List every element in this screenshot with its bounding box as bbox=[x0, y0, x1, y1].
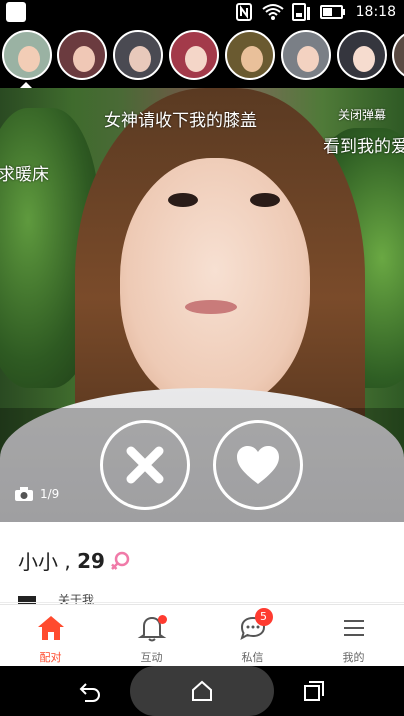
profile-info: 小小 , 29 关于我 bbox=[0, 522, 404, 604]
notification-dot bbox=[157, 615, 167, 624]
nav-tab-messages[interactable]: 5 私信 bbox=[202, 605, 303, 666]
avatar[interactable] bbox=[225, 30, 275, 80]
avatar[interactable] bbox=[113, 30, 163, 80]
avatar[interactable] bbox=[392, 30, 404, 80]
avatar[interactable] bbox=[169, 30, 219, 80]
recommended-avatars-strip[interactable] bbox=[0, 24, 404, 88]
photo-counter-text: 1/9 bbox=[40, 487, 60, 501]
nfc-icon bbox=[236, 3, 252, 21]
home-icon[interactable] bbox=[190, 679, 214, 703]
app-screen: 18:18 女神请收下我的膝盖 看到我的爱 求暖床 关闭弹幕 1/9 小小 , … bbox=[0, 0, 404, 716]
avatar[interactable] bbox=[281, 30, 331, 80]
danmaku-comment: 求暖床 bbox=[0, 165, 49, 185]
avatar[interactable] bbox=[337, 30, 387, 80]
nav-tab-label: 我的 bbox=[342, 651, 365, 664]
like-button[interactable] bbox=[213, 420, 303, 510]
recent-apps-icon[interactable] bbox=[302, 679, 326, 703]
divider bbox=[0, 602, 404, 603]
nav-tab-label: 私信 bbox=[241, 651, 264, 664]
name-age-row: 小小 , 29 bbox=[18, 546, 131, 575]
nav-tab-interact[interactable]: 互动 bbox=[101, 605, 202, 666]
name-age-separator: , bbox=[58, 548, 78, 573]
nav-tab-label: 配对 bbox=[39, 651, 62, 664]
status-bar: 18:18 bbox=[0, 0, 404, 24]
menu-lines-icon bbox=[343, 620, 364, 636]
danmaku-comment: 看到我的爱 bbox=[323, 137, 404, 157]
battery-icon bbox=[320, 3, 346, 21]
heart-icon bbox=[237, 446, 279, 484]
camera-icon bbox=[15, 487, 33, 501]
nav-tab-label: 互动 bbox=[140, 651, 163, 664]
bottom-navigation: 配对 互动 5 私信 我的 bbox=[0, 604, 404, 666]
system-navigation-bar bbox=[0, 666, 404, 716]
nav-tab-match[interactable]: 配对 bbox=[0, 605, 101, 666]
app-notification-icon bbox=[6, 2, 26, 22]
female-icon bbox=[111, 551, 130, 570]
clock: 18:18 bbox=[355, 4, 396, 20]
back-icon[interactable] bbox=[78, 679, 102, 703]
profile-photo[interactable]: 女神请收下我的膝盖 看到我的爱 求暖床 关闭弹幕 1/9 bbox=[0, 88, 404, 522]
profile-age: 29 bbox=[77, 548, 105, 573]
close-x-icon bbox=[126, 446, 164, 484]
profile-name: 小小 bbox=[18, 550, 58, 574]
close-danmaku-button[interactable]: 关闭弹幕 bbox=[338, 106, 386, 123]
home-icon bbox=[37, 616, 64, 640]
phone-signal-icon bbox=[292, 3, 312, 21]
photo-counter: 1/9 bbox=[14, 486, 59, 502]
dislike-button[interactable] bbox=[100, 420, 190, 510]
nav-tab-me[interactable]: 我的 bbox=[303, 605, 404, 666]
wifi-icon bbox=[262, 3, 284, 21]
unread-count-badge: 5 bbox=[254, 608, 273, 626]
avatar[interactable] bbox=[57, 30, 107, 80]
avatar-selected[interactable] bbox=[2, 30, 52, 80]
danmaku-comment: 女神请收下我的膝盖 bbox=[104, 111, 257, 131]
